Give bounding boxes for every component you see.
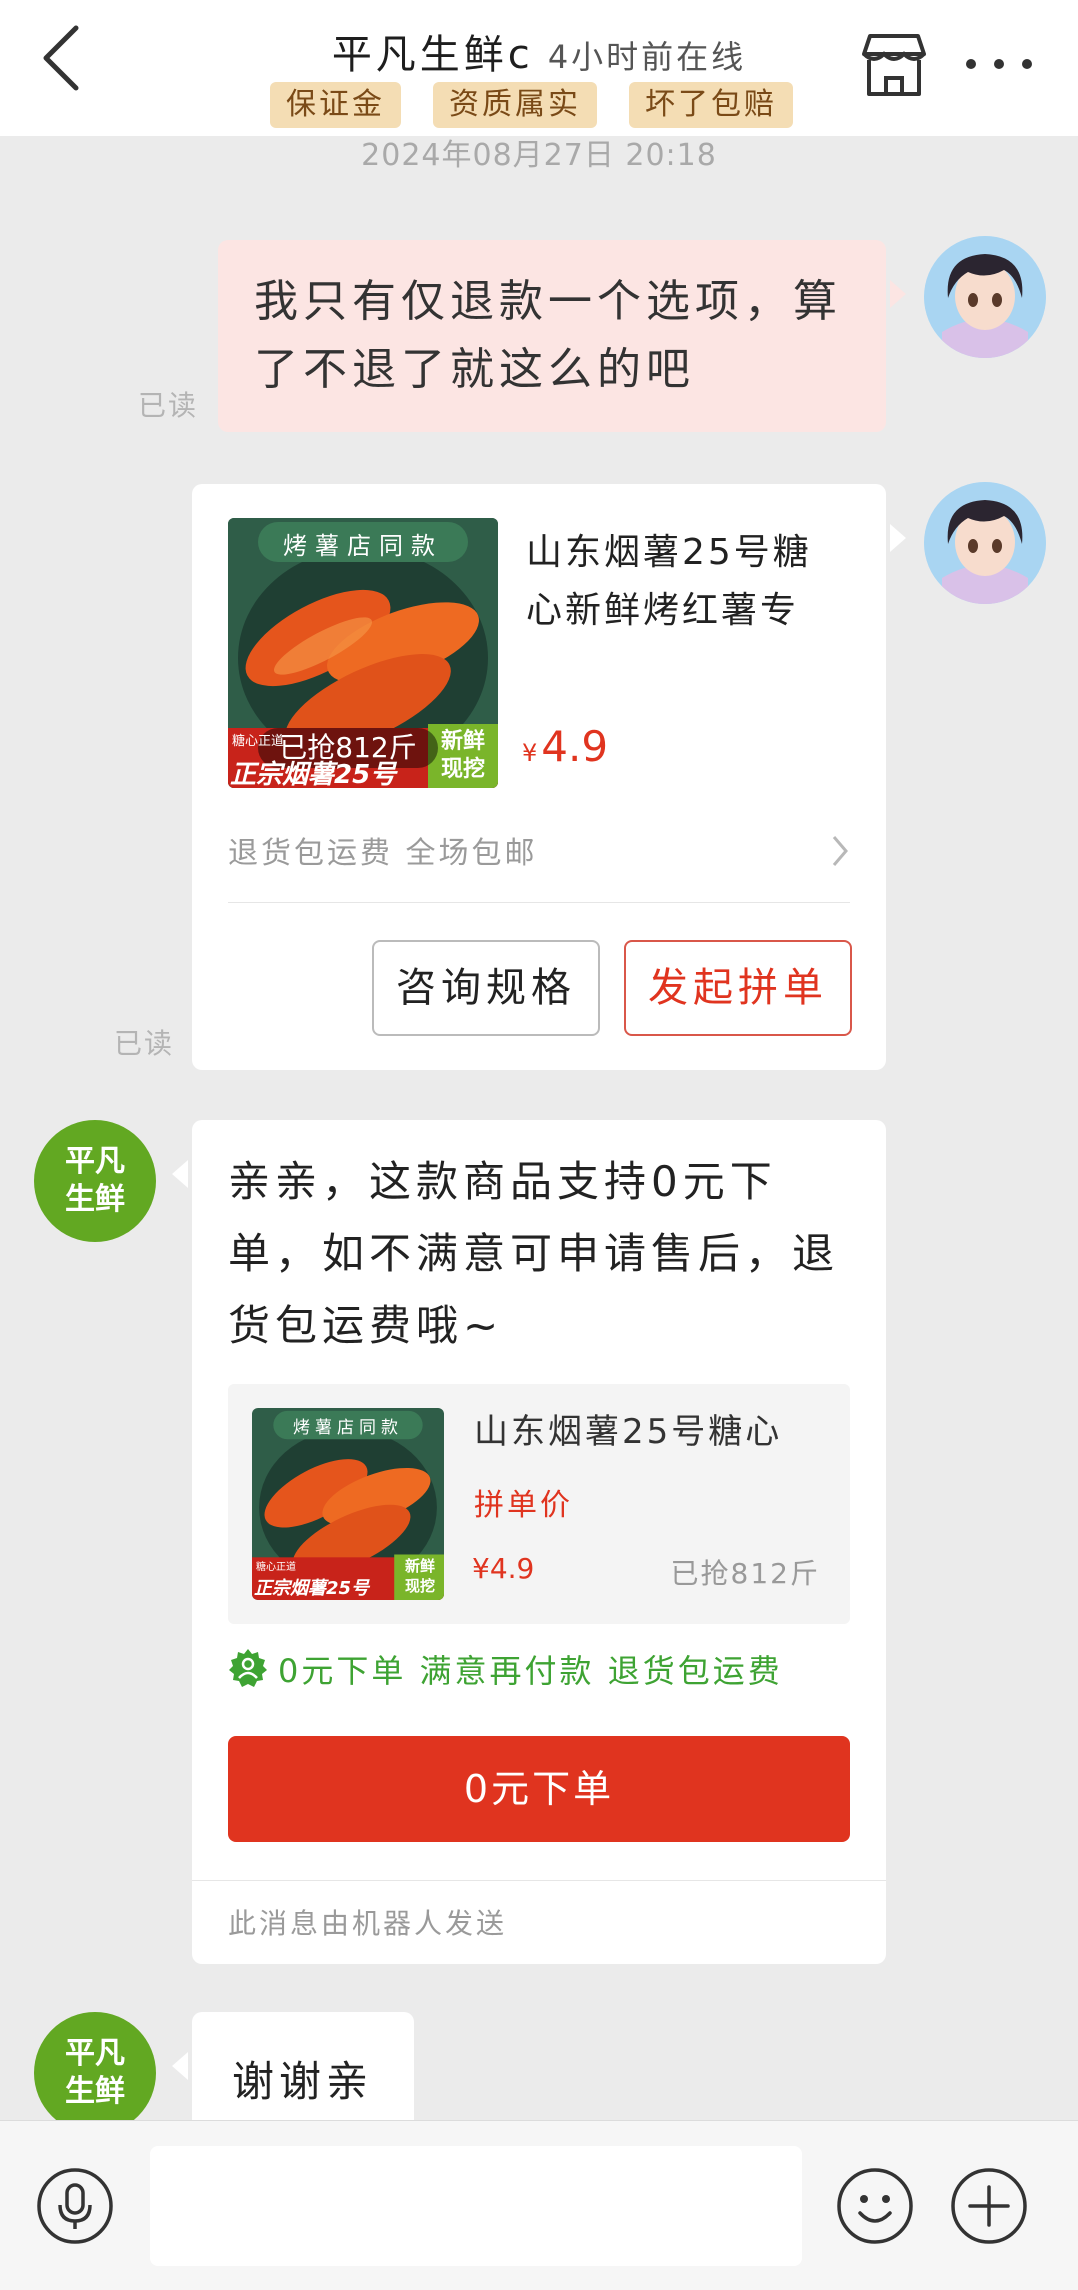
guarantee-text: 0元下单 满意再付款 退货包运费 (278, 1652, 783, 1690)
user-avatar[interactable] (924, 236, 1046, 358)
more-actions-button[interactable] (950, 2167, 1028, 2245)
product-image-brand: 正宗烟薯25号 (230, 760, 397, 788)
voice-button[interactable] (36, 2167, 114, 2245)
chat-header: 平凡生鲜c 4小时前在线 保证金 资质属实 坏了包赔 (0, 0, 1078, 136)
microphone-icon (37, 2168, 113, 2244)
badge-qualification[interactable]: 资质属实 (433, 82, 597, 128)
price-symbol: ¥ (522, 739, 538, 767)
product-image-note: 糖心正道 (232, 734, 285, 749)
service-row[interactable]: 退货包运费 全场包邮 (228, 828, 850, 878)
service-text: 退货包运费 全场包邮 (228, 836, 538, 871)
divider (192, 1880, 886, 1881)
input-bar (0, 2120, 1078, 2290)
store-icon (862, 34, 926, 96)
price-value: 4.9 (541, 722, 609, 771)
message-input[interactable] (150, 2146, 802, 2266)
mini-sold: 已抢812斤 (670, 1557, 820, 1590)
badge-compensation[interactable]: 坏了包赔 (629, 82, 793, 128)
mini-image-brand: 正宗烟薯25号 (254, 1578, 370, 1599)
shop-avatar[interactable]: 平凡 生鲜 (34, 1120, 156, 1242)
message-timestamp: 2024年08月27日 20:18 (361, 138, 717, 173)
mini-product-card[interactable]: 烤薯店同款 正宗烟薯25号 新鲜现挖 糖心正道 山东烟薯25号糖心 拼单价 ¥4… (228, 1384, 850, 1624)
store-button[interactable] (860, 32, 928, 98)
mini-product-title: 山东烟薯25号糖心 (474, 1412, 783, 1452)
mini-image-fresh: 新鲜现挖 (404, 1557, 435, 1595)
mini-product-image: 烤薯店同款 正宗烟薯25号 新鲜现挖 糖心正道 (252, 1408, 444, 1600)
guarantee-row: 0元下单 满意再付款 退货包运费 (228, 1644, 850, 1694)
read-receipt: 已读 (138, 389, 199, 422)
start-group-buy-button[interactable]: 发起拼单 (624, 940, 852, 1036)
chevron-right-icon (832, 836, 848, 866)
user-message-bubble[interactable]: 我只有仅退款一个选项，算了不退了就这么的吧 (218, 240, 906, 432)
shop-avatar[interactable]: 平凡 生鲜 (34, 2012, 156, 2134)
shop-name[interactable]: 平凡生鲜c (332, 32, 534, 78)
online-status: 4小时前在线 (547, 38, 747, 76)
more-icon (966, 59, 1032, 69)
product-price: ¥4.9 (522, 722, 608, 771)
mini-image-tag: 烤薯店同款 (293, 1418, 403, 1438)
product-image[interactable]: 烤薯店同款 已抢812斤 正宗烟薯25号 新鲜现挖 糖心正道 (228, 518, 498, 788)
product-image-tag: 烤薯店同款 (283, 532, 443, 560)
group-price-label: 拼单价 (474, 1488, 573, 1523)
guarantee-icon (229, 1649, 267, 1687)
read-receipt: 已读 (114, 1027, 175, 1060)
product-image-fresh: 新鲜现挖 (440, 729, 485, 782)
user-message-text: 我只有仅退款一个选项，算了不退了就这么的吧 (254, 276, 842, 395)
more-button[interactable] (962, 40, 1036, 88)
zero-order-button[interactable]: 0元下单 (228, 1736, 850, 1842)
mini-price: ¥4.9 (472, 1552, 535, 1585)
user-avatar[interactable] (924, 482, 1046, 604)
plus-icon (951, 2168, 1027, 2244)
badge-deposit[interactable]: 保证金 (270, 82, 401, 128)
emoji-icon (837, 2168, 913, 2244)
shop-badges: 保证金 资质属实 坏了包赔 (270, 82, 793, 128)
bot-reply-text: 谢谢亲 (232, 2057, 374, 2106)
bot-message-card[interactable]: 亲亲，这款商品支持0元下单，如不满意可申请售后，退货包运费哦~ 烤薯店同款 正宗… (172, 1120, 886, 1964)
bot-message-text: 亲亲，这款商品支持0元下单，如不满意可申请售后，退货包运费哦~ (228, 1157, 840, 1350)
consult-spec-button[interactable]: 咨询规格 (372, 940, 600, 1036)
product-title[interactable]: 山东烟薯25号糖心新鲜烤红薯专 (526, 524, 846, 640)
emoji-button[interactable] (836, 2167, 914, 2245)
bot-footer-note: 此消息由机器人发送 (228, 1907, 508, 1940)
divider (228, 902, 850, 903)
bot-reply-bubble[interactable]: 谢谢亲 (172, 2012, 414, 2132)
mini-image-note: 糖心正道 (256, 1562, 296, 1573)
product-card[interactable]: 烤薯店同款 已抢812斤 正宗烟薯25号 新鲜现挖 糖心正道 山东烟薯25号糖心… (192, 484, 906, 1070)
